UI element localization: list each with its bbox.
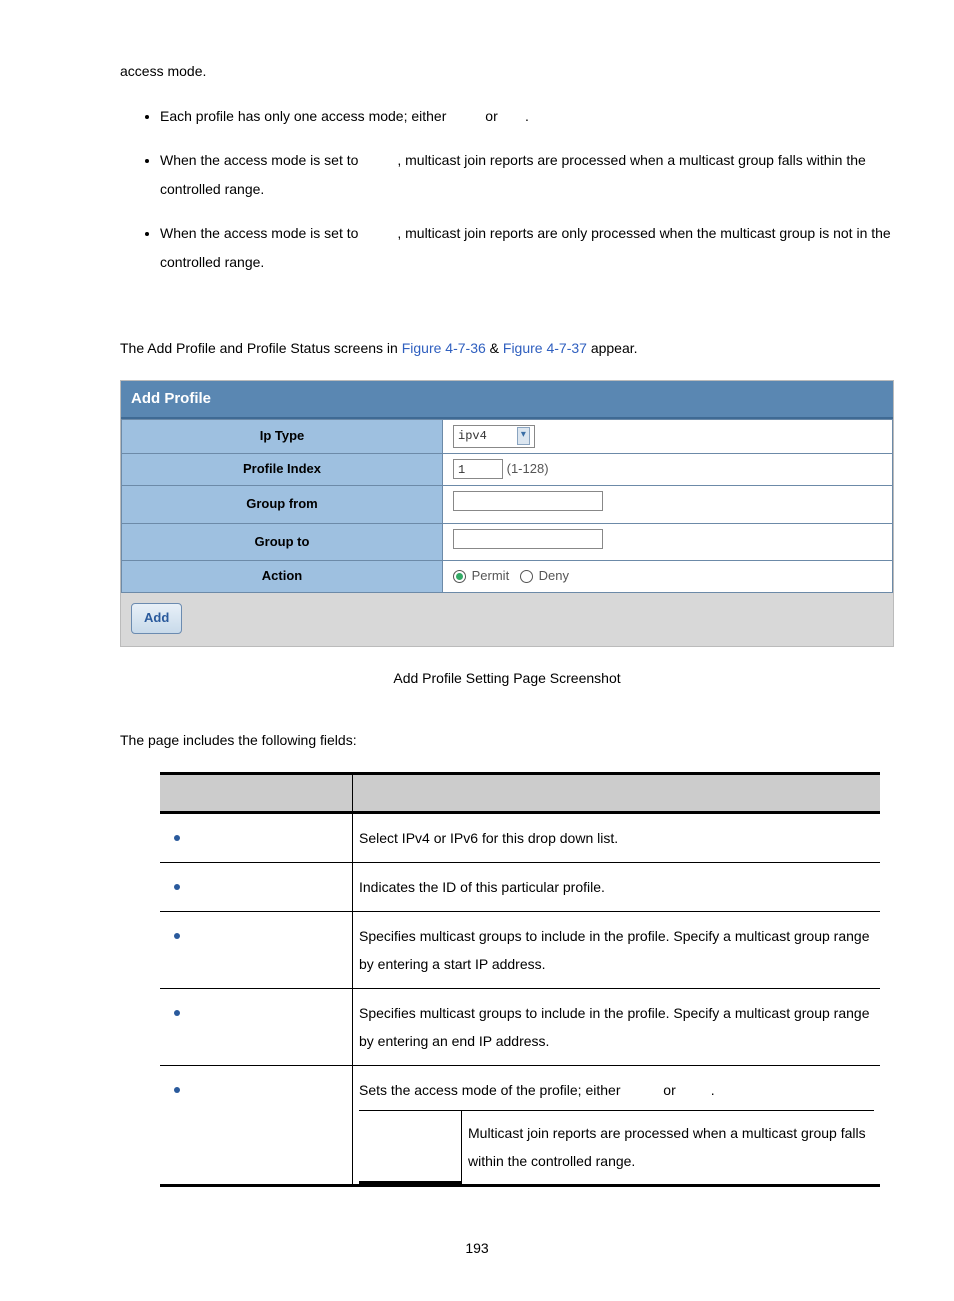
table-row: Indicates the ID of this particular prof…: [160, 862, 880, 911]
bullet-icon: [174, 1087, 180, 1093]
text: .: [711, 1082, 715, 1098]
text: When the access mode is set to: [160, 225, 362, 241]
bullet-icon: [174, 835, 180, 841]
cell-action: Permit Deny: [443, 561, 893, 593]
form-table: Ip Type ipv4 ▾ Profile Index 1 (1-128) G…: [121, 419, 893, 593]
header-object: [160, 773, 353, 812]
table-row: Multicast join reports are processed whe…: [359, 1110, 874, 1183]
figure-link[interactable]: Figure 4-7-37: [503, 340, 587, 356]
table-row: Select IPv4 or IPv6 for this drop down l…: [160, 812, 880, 862]
iptype-select[interactable]: ipv4 ▾: [453, 425, 535, 448]
desc-cell: Specifies multicast groups to include in…: [353, 911, 881, 988]
profileindex-input[interactable]: 1: [453, 459, 503, 479]
text: .: [525, 108, 529, 124]
paragraph: The Add Profile and Profile Status scree…: [120, 337, 894, 359]
desc-cell: Sets the access mode of the profile; eit…: [353, 1065, 881, 1186]
cell-groupto: [443, 523, 893, 561]
bullet-icon: [174, 933, 180, 939]
text: &: [490, 340, 503, 356]
groupto-input[interactable]: [453, 529, 603, 549]
desc-cell: Specifies multicast groups to include in…: [353, 988, 881, 1065]
inner-desc: Multicast join reports are processed whe…: [462, 1110, 875, 1183]
cell-profileindex: 1 (1-128): [443, 453, 893, 485]
figure-link[interactable]: Figure 4-7-36: [402, 340, 486, 356]
add-button[interactable]: Add: [131, 603, 182, 634]
cell-groupfrom: [443, 485, 893, 523]
text: Each profile has only one access mode; e…: [160, 108, 450, 124]
description-table: Select IPv4 or IPv6 for this drop down l…: [160, 772, 880, 1188]
header-description: [353, 773, 881, 812]
text: appear.: [591, 340, 638, 356]
label-groupfrom: Group from: [122, 485, 443, 523]
intro-line: access mode.: [120, 60, 894, 82]
bullet-item: Each profile has only one access mode; e…: [160, 102, 894, 131]
inner-table: Multicast join reports are processed whe…: [359, 1110, 874, 1185]
label-iptype: Ip Type: [122, 419, 443, 453]
text: When the access mode is set to: [160, 152, 362, 168]
table-header-row: [160, 773, 880, 812]
groupfrom-input[interactable]: [453, 491, 603, 511]
object-cell: [160, 988, 353, 1065]
add-profile-panel: Add Profile Ip Type ipv4 ▾ Profile Index…: [120, 380, 894, 647]
label-profileindex: Profile Index: [122, 453, 443, 485]
cell-iptype: ipv4 ▾: [443, 419, 893, 453]
bullet-icon: [174, 1010, 180, 1016]
permit-label: Permit: [472, 568, 510, 583]
bullet-item: When the access mode is set to , multica…: [160, 146, 894, 205]
label-groupto: Group to: [122, 523, 443, 561]
bullet-item: When the access mode is set to , multica…: [160, 219, 894, 278]
desc-cell: Indicates the ID of this particular prof…: [353, 862, 881, 911]
deny-label: Deny: [539, 568, 569, 583]
desc-cell: Select IPv4 or IPv6 for this drop down l…: [353, 812, 881, 862]
page-number: 193: [50, 1237, 904, 1259]
table-row: Sets the access mode of the profile; eit…: [160, 1065, 880, 1186]
profileindex-hint: (1-128): [507, 461, 549, 476]
object-cell: [160, 862, 353, 911]
table-row: Specifies multicast groups to include in…: [160, 911, 880, 988]
table-row: Specifies multicast groups to include in…: [160, 988, 880, 1065]
text: The Add Profile and Profile Status scree…: [120, 340, 402, 356]
object-cell: [160, 812, 353, 862]
permit-radio[interactable]: [453, 570, 466, 583]
bullet-list: Each profile has only one access mode; e…: [140, 102, 894, 277]
object-cell: [160, 911, 353, 988]
page-content: access mode. Each profile has only one a…: [120, 60, 894, 1187]
inner-key: [359, 1110, 462, 1183]
bullet-icon: [174, 884, 180, 890]
text: or: [485, 108, 497, 124]
text: Sets the access mode of the profile; eit…: [359, 1082, 624, 1098]
label-action: Action: [122, 561, 443, 593]
text: or: [663, 1082, 675, 1098]
chevron-down-icon: ▾: [517, 427, 530, 445]
fields-intro: The page includes the following fields:: [120, 729, 894, 751]
select-value: ipv4: [458, 427, 487, 446]
object-cell: [160, 1065, 353, 1186]
panel-title: Add Profile: [121, 381, 893, 419]
figure-caption: Add Profile Setting Page Screenshot: [120, 667, 894, 689]
deny-radio[interactable]: [520, 570, 533, 583]
